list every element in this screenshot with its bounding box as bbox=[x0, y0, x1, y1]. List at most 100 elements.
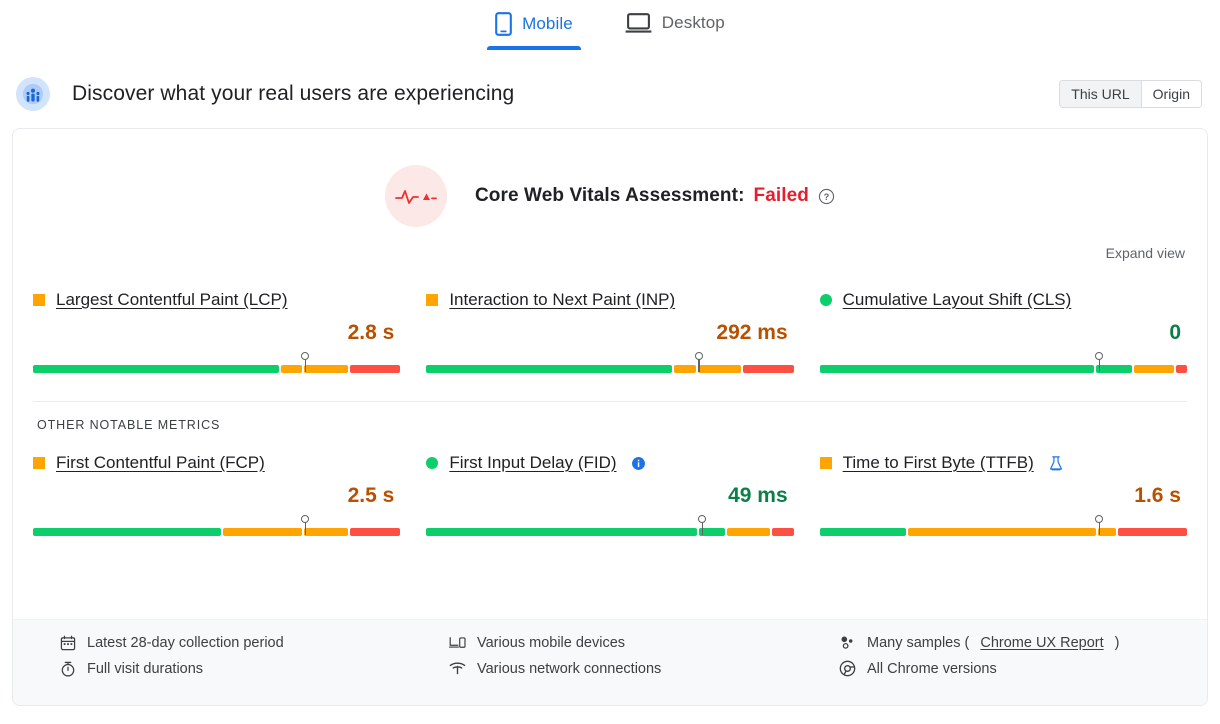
metric-fid: First Input Delay (FID) 49 ms bbox=[426, 438, 793, 538]
status-badge: Failed bbox=[754, 185, 810, 207]
mobile-icon bbox=[495, 12, 512, 36]
bar-segment-good-a bbox=[426, 528, 697, 536]
bar-segment-ni-b bbox=[1098, 528, 1116, 536]
metric-cls-value: 0 bbox=[820, 321, 1181, 347]
metric-cls-header: Cumulative Layout Shift (CLS) bbox=[820, 289, 1187, 311]
bar-segment-ni bbox=[1134, 365, 1174, 373]
core-web-vitals-assessment: Core Web Vitals Assessment: Failed ? bbox=[13, 129, 1207, 227]
metric-inp-label[interactable]: Interaction to Next Paint (INP) bbox=[449, 290, 675, 310]
bar-segment-poor bbox=[350, 528, 401, 536]
tab-desktop[interactable]: Desktop bbox=[621, 6, 729, 48]
stopwatch-icon bbox=[59, 660, 76, 677]
status-square-icon bbox=[426, 294, 438, 306]
metric-cls-label[interactable]: Cumulative Layout Shift (CLS) bbox=[843, 290, 1072, 310]
status-square-icon bbox=[820, 457, 832, 469]
scope-toggle: This URL Origin bbox=[1059, 80, 1202, 108]
metric-lcp-value: 2.8 s bbox=[33, 321, 394, 347]
bar-segment-ni-b bbox=[304, 365, 347, 373]
status-circle-icon bbox=[426, 457, 438, 469]
bar-segment-good bbox=[33, 365, 279, 373]
metric-fid-label[interactable]: First Input Delay (FID) bbox=[449, 453, 616, 473]
footer-item-network: Various network connections bbox=[449, 660, 795, 677]
metric-fcp-label[interactable]: First Contentful Paint (FCP) bbox=[56, 453, 265, 473]
metric-cls-bar bbox=[820, 353, 1187, 375]
calendar-icon bbox=[59, 634, 76, 651]
bar-segment-ni-a bbox=[908, 528, 1096, 536]
pagespeed-field-data-panel: Mobile Desktop Discover bbox=[0, 0, 1220, 724]
chrome-ux-report-link[interactable]: Chrome UX Report bbox=[980, 635, 1103, 651]
samples-icon bbox=[839, 634, 856, 651]
pulse-icon bbox=[385, 165, 447, 227]
bar-segment-ni-b bbox=[304, 528, 347, 536]
footer-item-label: All Chrome versions bbox=[867, 661, 997, 677]
metric-fcp-bar bbox=[33, 516, 400, 538]
expand-view-row: Expand view bbox=[13, 227, 1207, 261]
metric-ttfb-label[interactable]: Time to First Byte (TTFB) bbox=[843, 453, 1034, 473]
scope-origin-button[interactable]: Origin bbox=[1141, 81, 1201, 107]
scope-this-url-button[interactable]: This URL bbox=[1060, 81, 1140, 107]
tab-mobile[interactable]: Mobile bbox=[491, 6, 577, 50]
info-icon[interactable] bbox=[631, 456, 646, 471]
bar-segment-good-b bbox=[1096, 365, 1132, 373]
bar-segment-ni-a bbox=[674, 365, 696, 373]
footer-item-label: Latest 28-day collection period bbox=[87, 635, 284, 651]
bar-segment-ni-a bbox=[223, 528, 303, 536]
footer-column-samples: Many samples ( Chrome UX Report) All Chro… bbox=[815, 634, 1185, 691]
metric-inp-header: Interaction to Next Paint (INP) bbox=[426, 289, 793, 311]
status-square-icon bbox=[33, 294, 45, 306]
desktop-icon bbox=[625, 12, 652, 34]
footer-item-label-after: ) bbox=[1115, 635, 1120, 651]
metric-fid-value: 49 ms bbox=[426, 484, 787, 510]
bar-segment-poor bbox=[743, 365, 794, 373]
core-metrics-grid: Largest Contentful Paint (LCP) 2.8 s bbox=[13, 261, 1207, 375]
metric-ttfb-bar bbox=[820, 516, 1187, 538]
metric-inp: Interaction to Next Paint (INP) 292 ms bbox=[426, 275, 793, 375]
metric-lcp-label[interactable]: Largest Contentful Paint (LCP) bbox=[56, 290, 288, 310]
footer-item-label: Many samples ( bbox=[867, 635, 969, 651]
expand-view-button[interactable]: Expand view bbox=[1106, 245, 1185, 261]
field-data-header: Discover what your real users are experi… bbox=[0, 68, 1220, 120]
bar-segment-poor bbox=[1118, 528, 1187, 536]
footer-column-environment: Various mobile devices Various network c… bbox=[425, 634, 795, 691]
footer-item-chrome-versions: All Chrome versions bbox=[839, 660, 1185, 677]
footer-item-devices: Various mobile devices bbox=[449, 634, 795, 651]
bar-segment-good bbox=[820, 528, 907, 536]
bar-segment-ni-a bbox=[281, 365, 303, 373]
footer-item-collection-period: Latest 28-day collection period bbox=[59, 634, 405, 651]
footer-item-label: Various network connections bbox=[477, 661, 661, 677]
tab-desktop-label: Desktop bbox=[662, 13, 725, 33]
footer-column-collection: Latest 28-day collection period Full vis… bbox=[35, 634, 405, 691]
metric-lcp-bar bbox=[33, 353, 400, 375]
metric-fid-header: First Input Delay (FID) bbox=[426, 452, 793, 474]
other-metrics-grid: First Contentful Paint (FCP) 2.5 s bbox=[13, 432, 1207, 538]
metric-lcp: Largest Contentful Paint (LCP) 2.8 s bbox=[33, 275, 400, 375]
metric-fcp-header: First Contentful Paint (FCP) bbox=[33, 452, 400, 474]
status-square-icon bbox=[33, 457, 45, 469]
footer-item-label: Full visit durations bbox=[87, 661, 203, 677]
metric-cls: Cumulative Layout Shift (CLS) 0 bbox=[820, 275, 1187, 375]
help-circle-icon[interactable]: ? bbox=[818, 188, 835, 205]
status-circle-icon bbox=[820, 294, 832, 306]
metric-fcp: First Contentful Paint (FCP) 2.5 s bbox=[33, 438, 400, 538]
bar-segment-poor bbox=[350, 365, 401, 373]
metric-ttfb: Time to First Byte (TTFB) 1.6 s bbox=[820, 438, 1187, 538]
metric-fcp-value: 2.5 s bbox=[33, 484, 394, 510]
svg-text:?: ? bbox=[824, 192, 830, 202]
metric-lcp-header: Largest Contentful Paint (LCP) bbox=[33, 289, 400, 311]
chrome-icon bbox=[839, 660, 856, 677]
page-title: Discover what your real users are experi… bbox=[72, 82, 1059, 106]
footer-item-samples: Many samples ( Chrome UX Report) bbox=[839, 634, 1185, 651]
metric-ttfb-header: Time to First Byte (TTFB) bbox=[820, 452, 1187, 474]
bar-segment-ni-b bbox=[698, 365, 741, 373]
experiment-icon[interactable] bbox=[1048, 455, 1064, 472]
bar-segment-poor bbox=[772, 528, 794, 536]
assessment-text: Core Web Vitals Assessment: Failed ? bbox=[475, 185, 835, 207]
other-metrics-label: OTHER NOTABLE METRICS bbox=[13, 402, 1207, 432]
bar-segment-good-a bbox=[820, 365, 1095, 373]
real-users-icon bbox=[16, 77, 50, 111]
bar-segment-poor bbox=[1176, 365, 1187, 373]
bar-segment-ni bbox=[727, 528, 770, 536]
footer-item-label: Various mobile devices bbox=[477, 635, 625, 651]
metric-ttfb-value: 1.6 s bbox=[820, 484, 1181, 510]
metric-fid-bar bbox=[426, 516, 793, 538]
